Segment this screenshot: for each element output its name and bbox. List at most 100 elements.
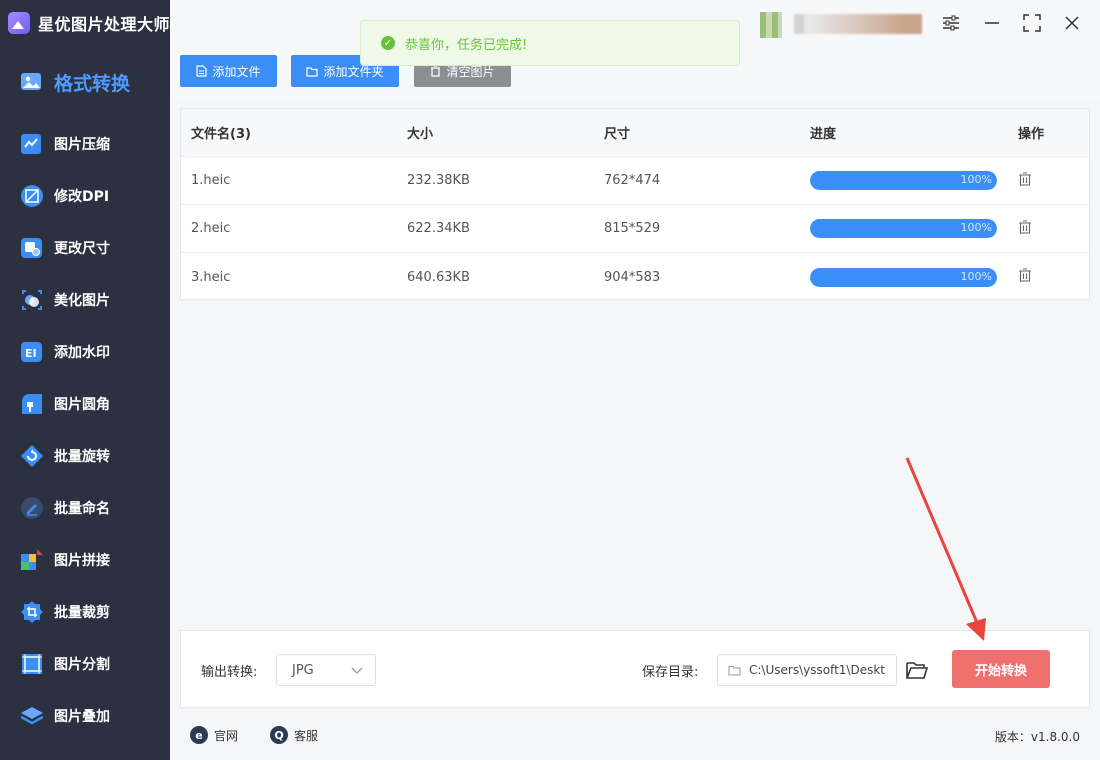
- sidebar-item-format-convert[interactable]: 格式转换: [0, 46, 170, 118]
- start-convert-button[interactable]: 开始转换: [952, 650, 1050, 688]
- open-folder-icon[interactable]: [905, 658, 929, 682]
- add-file-button[interactable]: 添加文件: [180, 55, 277, 87]
- header-filename: 文件名(3): [191, 127, 251, 142]
- split-icon: [20, 652, 44, 676]
- output-format-label: 输出转换:: [201, 665, 258, 680]
- save-dir-field[interactable]: C:\Users\yssoft1\Deskt: [717, 654, 897, 686]
- start-convert-label: 开始转换: [974, 663, 1027, 679]
- file-size: 622.34KB: [407, 221, 470, 236]
- user-name-blurred: [794, 14, 922, 34]
- table-header: 文件名(3) 大小 尺寸 进度 操作: [181, 109, 1089, 157]
- app-title: 星优图片处理大师: [38, 15, 171, 34]
- delete-icon[interactable]: [1018, 171, 1032, 186]
- sidebar-item-label: 批量命名: [54, 501, 110, 517]
- table-row: 1.heic 232.38KB 762*474 100%: [181, 157, 1089, 205]
- file-icon: [196, 65, 208, 77]
- status-bar: e 官网 Q 客服 版本：v1.8.0.0: [170, 712, 1100, 760]
- actions-cell: [1008, 219, 1088, 238]
- sidebar-item-split[interactable]: 图片分割: [0, 638, 170, 690]
- avatar[interactable]: [760, 12, 782, 38]
- add-file-label: 添加文件: [212, 64, 261, 79]
- sidebar-item-label: 格式转换: [54, 72, 131, 95]
- table-row: 2.heic 622.34KB 815*529 100%: [181, 205, 1089, 253]
- actions-cell: [1008, 268, 1088, 286]
- puzzle-icon: [20, 548, 44, 572]
- app-logo-icon: [8, 12, 30, 34]
- chevron-down-icon: [351, 667, 363, 674]
- sidebar-item-label: 美化图片: [54, 293, 110, 309]
- header-actions: 操作: [1018, 127, 1045, 142]
- sidebar-item-label: 批量旋转: [54, 449, 110, 465]
- sidebar-item-label: 图片叠加: [54, 709, 110, 725]
- file-size: 232.38KB: [407, 173, 470, 188]
- sidebar-item-resize[interactable]: 更改尺寸: [0, 222, 170, 274]
- sidebar-item-layers[interactable]: 图片叠加: [0, 690, 170, 742]
- success-toast: ✓ 恭喜你，任务已完成!: [360, 20, 740, 66]
- maximize-icon[interactable]: [1021, 12, 1043, 34]
- sidebar-item-label: 图片压缩: [54, 137, 110, 153]
- close-icon[interactable]: [1061, 12, 1083, 34]
- actions-cell: [1008, 171, 1088, 190]
- sidebar-item-compress[interactable]: 图片压缩: [0, 118, 170, 170]
- progress-text: 100%: [960, 269, 992, 283]
- sidebar-item-rotate[interactable]: 批量旋转: [0, 430, 170, 482]
- sidebar-item-label: 批量裁剪: [54, 605, 110, 621]
- minimize-icon[interactable]: [981, 12, 1003, 34]
- file-dimensions: 904*583: [604, 269, 661, 285]
- progress-text: 100%: [960, 221, 992, 234]
- progress-bar: 100%: [810, 219, 997, 238]
- folder-icon: [306, 66, 319, 77]
- sidebar-item-watermark[interactable]: EI 添加水印: [0, 326, 170, 378]
- folder-icon: [728, 665, 741, 675]
- sidebar-item-label: 图片分割: [54, 657, 110, 673]
- progress-cell: 100%: [800, 219, 1008, 238]
- check-circle-icon: ✓: [381, 36, 395, 50]
- file-table: 文件名(3) 大小 尺寸 进度 操作 1.heic 232.38KB 762*4…: [180, 108, 1090, 300]
- trash-icon: [431, 65, 441, 77]
- sidebar-item-label: 添加水印: [54, 345, 110, 361]
- sidebar-item-round-corner[interactable]: 图片圆角: [0, 378, 170, 430]
- app-header: 星优图片处理大师: [0, 0, 170, 46]
- sidebar-item-rename[interactable]: 批量命名: [0, 482, 170, 534]
- round-corner-icon: [20, 392, 44, 416]
- image-convert-icon: [20, 70, 44, 94]
- delete-icon[interactable]: [1018, 268, 1032, 282]
- output-format-value: JPG: [292, 662, 314, 678]
- version-label: 版本：v1.8.0.0: [994, 730, 1080, 744]
- progress-bar: 100%: [810, 171, 997, 190]
- file-name: 3.heic: [191, 269, 231, 285]
- output-settings-panel: 输出转换: JPG 保存目录: C:\Users\yssoft1\Deskt 开…: [180, 630, 1090, 708]
- file-name: 2.heic: [191, 221, 231, 236]
- sidebar-item-label: 更改尺寸: [54, 241, 110, 257]
- sidebar-item-crop[interactable]: 批量裁剪: [0, 586, 170, 638]
- support-link[interactable]: Q 客服: [270, 726, 318, 744]
- website-link[interactable]: e 官网: [190, 726, 238, 744]
- layers-icon: [20, 704, 44, 728]
- website-label: 官网: [214, 728, 239, 743]
- progress-text: 100%: [960, 173, 992, 186]
- chat-bubble-icon: Q: [270, 726, 288, 744]
- progress-bar: 100%: [810, 267, 997, 287]
- sidebar-item-dpi[interactable]: 修改DPI: [0, 170, 170, 222]
- svg-text:EI: EI: [25, 347, 37, 360]
- toast-message: 恭喜你，任务已完成!: [405, 37, 528, 53]
- output-format-select[interactable]: JPG: [276, 654, 376, 686]
- sidebar-item-puzzle[interactable]: 图片拼接: [0, 534, 170, 586]
- file-dimensions: 762*474: [604, 173, 661, 188]
- resize-icon: [20, 236, 44, 260]
- header-size: 大小: [407, 127, 434, 142]
- sidebar-item-beautify[interactable]: 美化图片: [0, 274, 170, 326]
- settings-sliders-icon[interactable]: [940, 12, 962, 34]
- table-row: 3.heic 640.63KB 904*583 100%: [181, 253, 1089, 301]
- support-label: 客服: [294, 728, 319, 743]
- compress-icon: [20, 132, 44, 156]
- progress-cell: 100%: [800, 171, 1008, 190]
- save-dir-label: 保存目录:: [642, 665, 699, 680]
- header-progress: 进度: [810, 127, 837, 142]
- rename-icon: [20, 496, 44, 520]
- delete-icon[interactable]: [1018, 219, 1032, 234]
- file-dimensions: 815*529: [604, 221, 661, 236]
- header-dimensions: 尺寸: [604, 127, 631, 142]
- progress-cell: 100%: [800, 267, 1008, 287]
- sidebar-item-label: 图片拼接: [54, 553, 110, 569]
